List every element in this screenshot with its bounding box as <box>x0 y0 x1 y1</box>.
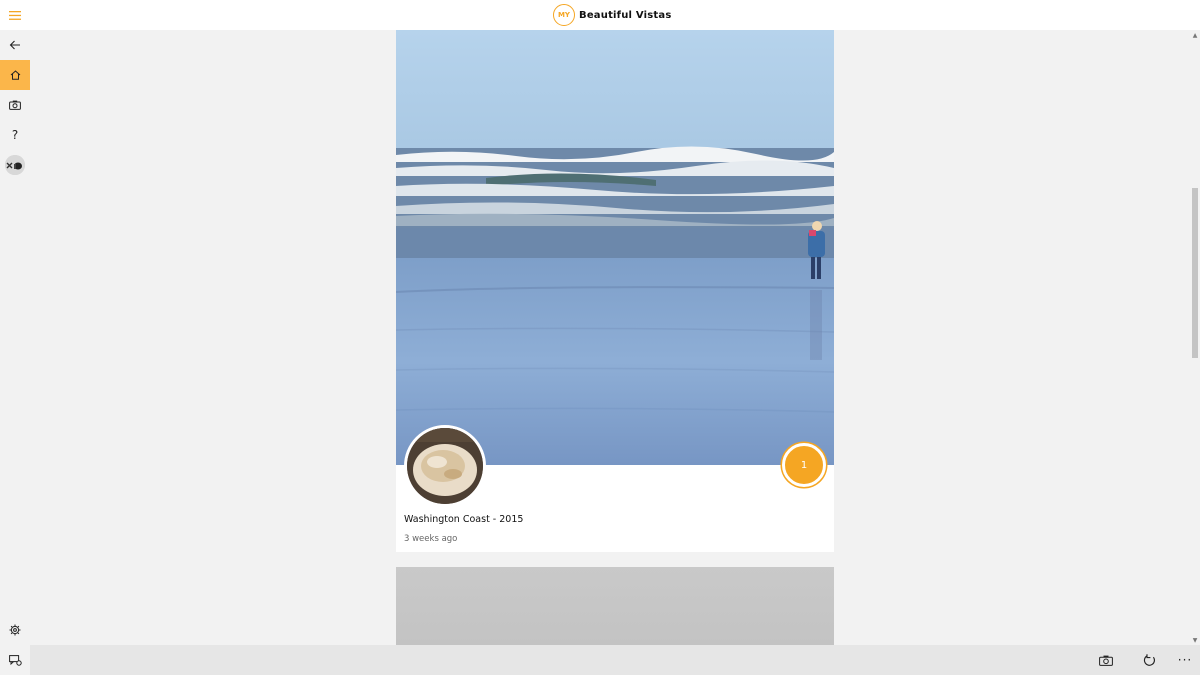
refresh-icon <box>1143 653 1155 666</box>
nav-help[interactable]: ? <box>0 120 30 150</box>
gear-icon <box>9 624 21 636</box>
camera-icon <box>9 100 21 110</box>
settings-button[interactable] <box>0 615 30 645</box>
card-timestamp: 3 weeks ago <box>404 534 458 544</box>
feedback-button[interactable] <box>0 645 30 675</box>
scrollbar-thumb[interactable] <box>1192 188 1198 358</box>
card-title: Washington Coast - 2015 <box>404 514 524 525</box>
overcast-sky-photo[interactable] <box>396 567 834 645</box>
take-photo-button[interactable] <box>1091 645 1121 675</box>
camera-icon <box>1099 655 1113 666</box>
scroll-down-arrow-icon[interactable]: ▼ <box>1190 635 1200 645</box>
beach-with-child-photo[interactable] <box>396 30 834 465</box>
nav-profile[interactable] <box>0 150 30 180</box>
feed-area: 1 Washington Coast - 2015 3 weeks ago <box>30 30 1190 645</box>
count-badge[interactable]: 1 <box>782 443 826 487</box>
scroll-up-arrow-icon[interactable]: ▲ <box>1190 30 1200 40</box>
more-icon: ··· <box>1177 653 1193 667</box>
coral-closeup-photo[interactable] <box>404 425 486 507</box>
vertical-scrollbar[interactable]: ▲ ▼ <box>1190 30 1200 645</box>
hamburger-menu-button[interactable] <box>0 0 30 30</box>
hamburger-icon <box>9 10 21 20</box>
home-icon <box>10 70 20 80</box>
nav-home[interactable] <box>0 60 30 90</box>
more-button[interactable]: ··· <box>1170 645 1200 675</box>
back-arrow-icon <box>9 40 20 50</box>
help-icon: ? <box>11 128 19 142</box>
app-title: Beautiful Vistas <box>579 9 672 21</box>
refresh-button[interactable] <box>1134 645 1164 675</box>
nav-camera[interactable] <box>0 90 30 120</box>
logo-badge: MY <box>553 4 575 26</box>
command-bar: ··· <box>30 645 1200 675</box>
app-logo: MY Beautiful Vistas <box>553 4 671 26</box>
nav-rail-footer <box>0 615 30 675</box>
feedback-icon <box>8 654 22 666</box>
user-avatar <box>5 155 25 175</box>
back-button[interactable] <box>0 30 30 60</box>
feed-card[interactable]: 1 Washington Coast - 2015 3 weeks ago <box>396 30 834 552</box>
feed-card[interactable] <box>396 567 834 645</box>
nav-rail: ? <box>0 30 30 645</box>
title-bar: MY Beautiful Vistas <box>0 0 1200 30</box>
